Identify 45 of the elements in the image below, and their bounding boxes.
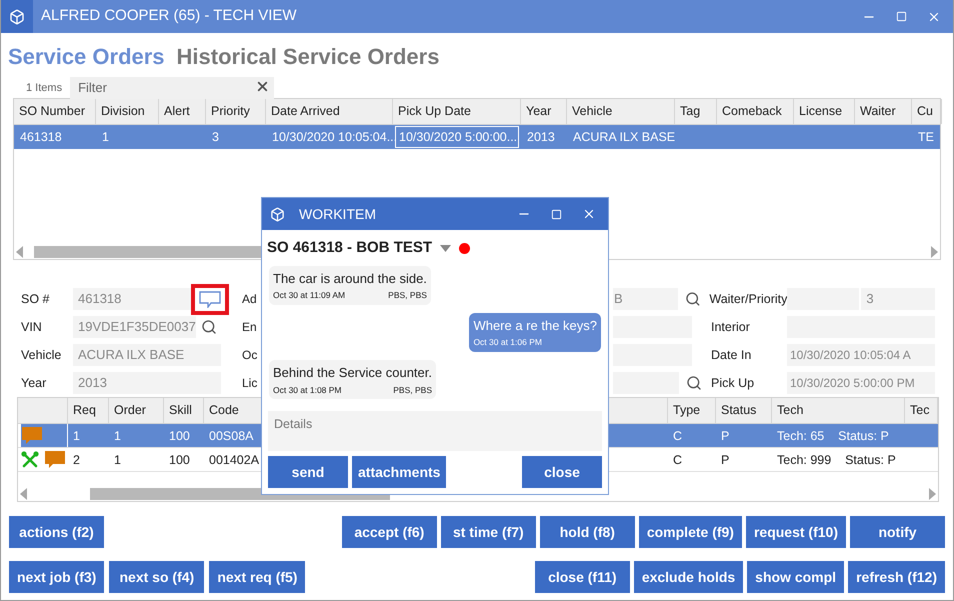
table-cell: Tech: 65 Status: P	[777, 429, 889, 443]
table-cell-text: ACURA ILX BASE	[572, 129, 673, 146]
message-text: The car is around the side.	[273, 270, 427, 288]
field-label: VIN	[20, 318, 43, 336]
dialog-heading: SO 461318 - BOB TEST	[267, 238, 432, 258]
table-cell: P	[721, 429, 730, 443]
table-cell: 10/30/2020 5:00:00...	[395, 126, 519, 148]
table-cell-text: 3	[211, 129, 220, 146]
field-label: Lic	[242, 375, 258, 392]
field-label: Oc	[242, 347, 258, 364]
message-text: Where a re the keys?	[473, 316, 597, 335]
table-cell: 1	[114, 453, 121, 467]
window-title: ALFRED COOPER (65) - TECH VIEW	[41, 6, 298, 26]
table-cell: 100	[169, 453, 190, 467]
item-count: 1 Items	[26, 80, 62, 96]
table-cell: P	[721, 453, 730, 467]
table-cell-text: TE	[917, 129, 935, 146]
message-text: Behind the Service counter.	[273, 364, 432, 382]
table-cell: 100	[169, 429, 190, 443]
table-cell: 1	[114, 429, 121, 443]
field-label: SO #	[20, 290, 50, 308]
field-label: Pick Up	[711, 374, 754, 392]
field-label: Interior	[711, 318, 750, 336]
table-cell: Tech: 999 Status: P	[777, 453, 896, 467]
table-cell: C	[673, 429, 682, 443]
table-cell-text: 1	[101, 129, 110, 146]
table-cell-text: 461318	[19, 129, 63, 146]
table-cell: 2	[73, 453, 80, 467]
message-author: PBS, PBS	[388, 289, 427, 302]
table-cell-text: 2013	[526, 129, 556, 146]
table-cell: 001402A	[209, 453, 260, 467]
message-author: PBS, PBS	[393, 384, 432, 396]
field-label: En	[242, 319, 257, 336]
field-label: Date In	[711, 346, 752, 364]
table-cell: 00S08A	[209, 429, 254, 443]
table-cell: C	[673, 453, 682, 467]
message-time: Oct 30 at 1:06 PM	[473, 336, 542, 349]
message-time: Oct 30 at 11:09 AM	[273, 289, 346, 302]
message-time: Oct 30 at 1:08 PM	[273, 384, 342, 396]
field-label: Year	[20, 374, 48, 392]
dialog-title: WORKITEM	[299, 204, 377, 224]
field-label: Vehicle	[20, 346, 62, 364]
field-label: Waiter/Priority	[709, 290, 788, 308]
table-cell: 1	[73, 429, 80, 443]
field-label: Ad	[242, 291, 257, 308]
